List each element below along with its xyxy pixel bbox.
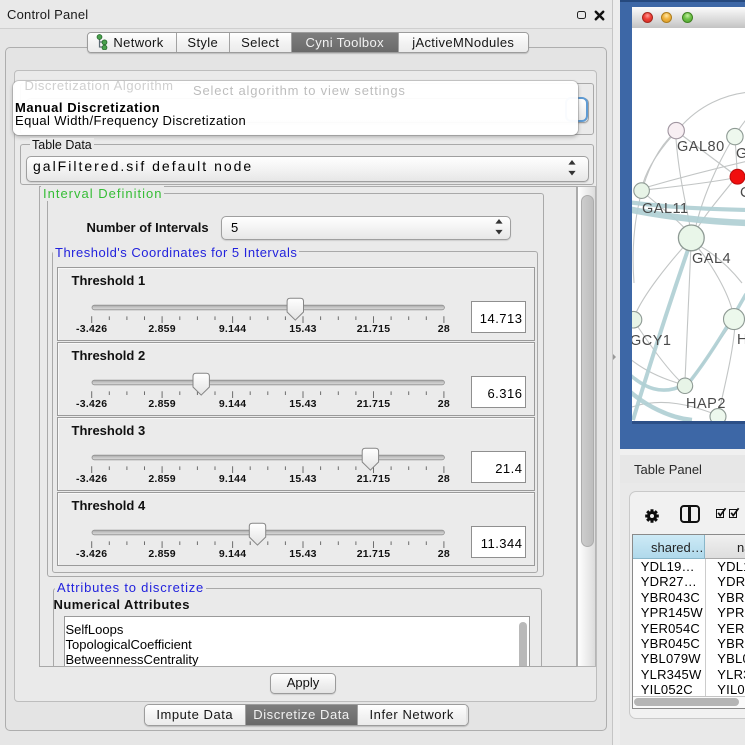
svg-text:HAP2: HAP2 (686, 396, 726, 412)
svg-text:GCY1: GCY1 (632, 333, 672, 349)
svg-text:H: H (737, 332, 745, 348)
svg-text:G: G (736, 146, 745, 162)
svg-text:GAL11: GAL11 (642, 201, 689, 217)
svg-text:GAL80: GAL80 (677, 139, 725, 155)
svg-text:C: C (740, 185, 745, 201)
svg-text:GAL4: GAL4 (692, 251, 731, 267)
